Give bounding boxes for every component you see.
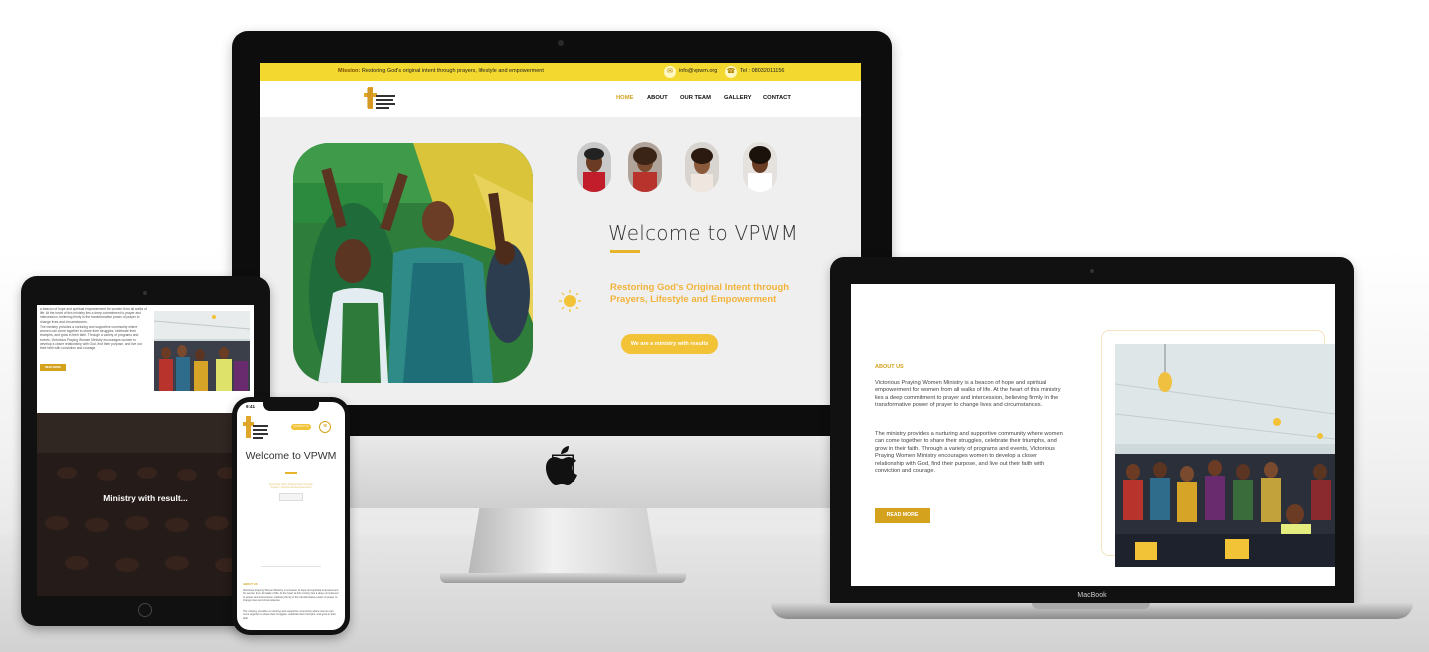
tablet-screen: a beacon of hope and spiritual empowerme… xyxy=(37,305,254,596)
about-paragraph: Victorious Praying Women Ministry is a b… xyxy=(875,380,1061,409)
mission-text: Mission: Restoring God's original intent… xyxy=(338,68,544,74)
team-avatar[interactable] xyxy=(628,142,662,192)
hero-cta-button[interactable]: We are a ministry with results xyxy=(621,334,718,354)
tablet-read-more-button[interactable]: READ MORE xyxy=(40,364,66,371)
apple-logo-icon xyxy=(546,446,577,485)
phone-time: 9:41 xyxy=(246,404,256,409)
menu-icon[interactable]: ≡ xyxy=(319,421,331,433)
hero-tagline: Restoring God's Original Intent through … xyxy=(610,282,790,305)
tablet-home-button[interactable] xyxy=(138,603,152,617)
cross-logo-icon[interactable] xyxy=(243,414,269,442)
macbook-camera xyxy=(1090,269,1094,273)
tablet-banner: Ministry with result... xyxy=(37,413,254,596)
email-icon: ✉ xyxy=(664,66,676,78)
title-underline xyxy=(610,250,640,253)
phone-cta-button[interactable] xyxy=(279,493,303,501)
top-info-bar: Mission: Restoring God's original intent… xyxy=(260,63,861,81)
phone-hero-title: Welcome to VPWM xyxy=(245,450,337,462)
macbook-label: MacBook xyxy=(1077,592,1107,599)
team-avatar[interactable] xyxy=(577,142,611,192)
phone-screen: 9:41 CONTACT US ≡ Welcome to VPWM Restor… xyxy=(237,402,345,630)
tablet-church-photo xyxy=(154,311,250,391)
hero-title: Welcome to VPWM xyxy=(608,221,799,245)
cross-logo-icon[interactable] xyxy=(364,86,396,112)
about-church-photo xyxy=(1115,344,1335,567)
imac-stand xyxy=(468,508,658,576)
sun-icon xyxy=(559,290,581,312)
nav-home[interactable]: HOME xyxy=(616,95,633,101)
tablet-about-paragraph: a beacon of hope and spiritual empowerme… xyxy=(40,307,147,324)
tablet-banner-title: Ministry with result... xyxy=(103,493,188,503)
imac-screen: Mission: Restoring God's original intent… xyxy=(260,63,861,405)
phone-link[interactable]: Tel : 08032011156 xyxy=(740,68,784,74)
phone-icon: ☎ xyxy=(725,66,737,78)
imac-foot xyxy=(440,573,686,583)
hero-photo xyxy=(293,143,533,383)
nav-our-team[interactable]: OUR TEAM xyxy=(680,95,711,101)
tablet-about-paragraph: The ministry provides a nurturing and su… xyxy=(40,325,142,351)
imac-camera xyxy=(558,40,564,46)
team-avatar[interactable] xyxy=(685,142,719,192)
nav-about[interactable]: ABOUT xyxy=(647,95,668,101)
phone-title-underline xyxy=(285,472,297,474)
phone-contact-button[interactable]: CONTACT US xyxy=(291,424,311,430)
phone-hero-tagline: Restoring God's Original Intent through … xyxy=(269,483,313,490)
phone-about-title: ABOUT US xyxy=(243,582,258,586)
team-avatar[interactable] xyxy=(743,142,777,192)
phone-about-paragraph: The ministry provides a nurturing and su… xyxy=(243,610,336,620)
phone-divider xyxy=(261,566,321,567)
about-paragraph: The ministry provides a nurturing and su… xyxy=(875,431,1063,475)
email-link[interactable]: info@vpwm.org xyxy=(679,68,717,74)
macbook-hinge-notch xyxy=(1032,603,1150,609)
tablet-camera xyxy=(143,291,147,295)
navbar: HOME ABOUT OUR TEAM GALLERY CONTACT xyxy=(260,81,861,117)
phone-about-paragraph: Victorious Praying Women Ministry is a b… xyxy=(243,589,339,602)
macbook-screen: ABOUT US Victorious Praying Women Minist… xyxy=(851,284,1335,586)
about-title: ABOUT US xyxy=(875,364,904,370)
nav-contact[interactable]: CONTACT xyxy=(763,95,791,101)
phone-notch xyxy=(263,402,319,411)
nav-gallery[interactable]: GALLERY xyxy=(724,95,751,101)
read-more-button[interactable]: READ MORE xyxy=(875,508,930,523)
